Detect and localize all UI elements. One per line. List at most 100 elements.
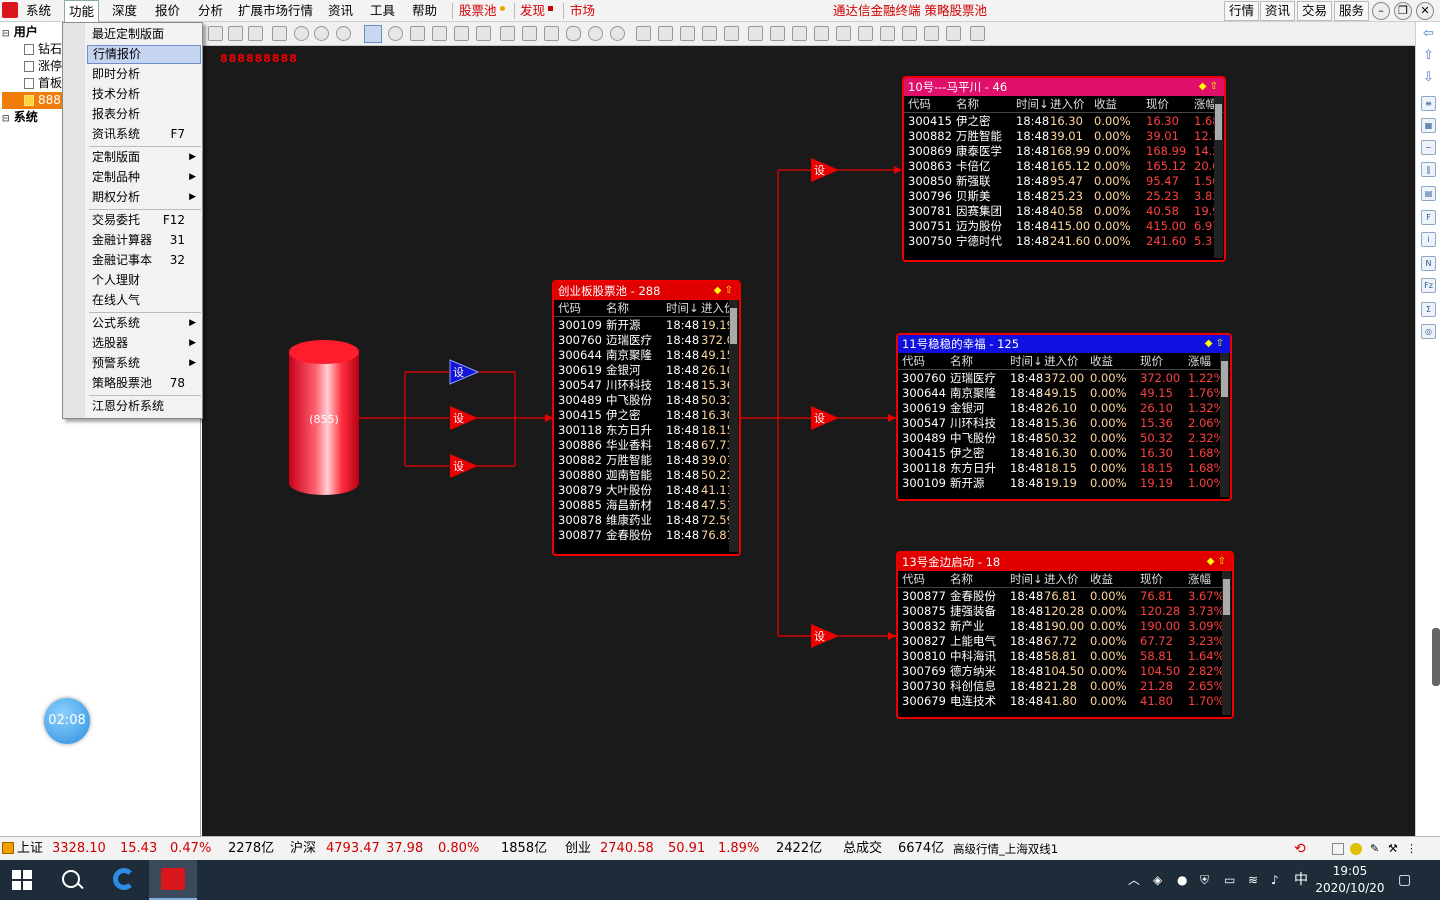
- circle-tool-icon[interactable]: [388, 26, 403, 41]
- hs-index-label[interactable]: 沪深: [290, 837, 316, 861]
- scrollbar[interactable]: [1220, 353, 1229, 497]
- align-center-icon[interactable]: [770, 26, 785, 41]
- table-row[interactable]: 300769 德方纳米 18:48 104.50 0.00% 104.50 2.82%: [898, 664, 1232, 679]
- list-icon[interactable]: ≡: [1421, 96, 1436, 111]
- column-header[interactable]: 涨幅: [1188, 571, 1211, 588]
- side-scroll-handle[interactable]: [1432, 628, 1440, 686]
- restore-icon[interactable]: ❐: [1394, 2, 1412, 20]
- table-row[interactable]: 300760 迈瑞医疗 18:48 372.0: [554, 333, 739, 348]
- stop-icon[interactable]: [336, 26, 351, 41]
- scrollbar-thumb[interactable]: [730, 308, 737, 344]
- column-header[interactable]: 进入价: [1044, 353, 1079, 370]
- column-header[interactable]: 收益: [1090, 571, 1113, 588]
- cy-index-label[interactable]: 创业: [565, 837, 591, 861]
- tab-quotes[interactable]: 行情: [1224, 1, 1260, 21]
- table-row[interactable]: 300415 伊之密 18:48 16.30 0.00% 16.30 1.68: [904, 114, 1224, 129]
- more-icon[interactable]: ⋮: [1406, 837, 1417, 861]
- select-pointer-icon[interactable]: [364, 25, 382, 43]
- windows-start-icon[interactable]: [12, 870, 32, 890]
- pool-panel-10[interactable]: 10号---马平川 - 46 ◆ ⇧ 代码 名称 时间↓ 进入价 收益 现价 涨幅 30041…: [902, 76, 1226, 262]
- menu-item[interactable]: 选股器 ▶: [87, 334, 201, 353]
- menu-item[interactable]: 技术分析: [87, 85, 201, 104]
- tab-service[interactable]: 服务: [1334, 1, 1370, 21]
- table-row[interactable]: 300109 新开源 18:48 19.19 0.00% 19.19 1.00%: [898, 476, 1230, 491]
- table-tool-icon[interactable]: [410, 26, 425, 41]
- minimize-icon[interactable]: –: [1372, 2, 1390, 20]
- edge-browser-icon[interactable]: [100, 860, 148, 900]
- column-header[interactable]: 涨幅: [1188, 353, 1211, 370]
- menu-item[interactable]: 期权分析 ▶: [87, 188, 201, 207]
- table-row[interactable]: 300882 万胜智能 18:48 39.01 0.00% 39.01 12.7: [904, 129, 1224, 144]
- wifi-icon[interactable]: ≋: [1248, 860, 1258, 900]
- menu-system[interactable]: 系统: [22, 0, 55, 22]
- menu-item[interactable]: 行情报价: [87, 45, 201, 64]
- defender-icon[interactable]: ⛨: [1200, 860, 1209, 900]
- tool-icon[interactable]: ⚒: [1388, 837, 1398, 861]
- align-top-icon[interactable]: [814, 26, 829, 41]
- tree-node-diamond[interactable]: 钻石: [24, 41, 62, 58]
- table-row[interactable]: 300730 科创信息 18:48 21.28 0.00% 21.28 2.65%: [898, 679, 1232, 694]
- f10-icon[interactable]: F: [1421, 210, 1436, 225]
- filter-node[interactable]: 设: [810, 157, 840, 183]
- line-tool-icon[interactable]: [522, 26, 537, 41]
- column-header[interactable]: 收益: [1090, 353, 1113, 370]
- table-row[interactable]: 300781 因赛集团 18:48 40.58 0.00% 40.58 19.9: [904, 204, 1224, 219]
- menu-depth[interactable]: 深度: [108, 0, 141, 22]
- volume-icon[interactable]: ♪: [1271, 860, 1279, 900]
- table-row[interactable]: 300118 东方日升 18:48 18.15 0.00% 18.15 1.68%: [898, 461, 1230, 476]
- polygon-tool-icon[interactable]: [610, 26, 625, 41]
- column-header[interactable]: 代码: [908, 96, 931, 113]
- connector-tool-icon[interactable]: [500, 26, 515, 41]
- column-header[interactable]: 名称: [950, 353, 973, 370]
- column-header[interactable]: 时间↓: [1010, 353, 1043, 370]
- tab-news[interactable]: 资讯: [1260, 1, 1296, 21]
- menu-analysis[interactable]: 分析: [194, 0, 227, 22]
- table-row[interactable]: 300882 万胜智能 18:48 39.01: [554, 453, 739, 468]
- align-bottom-icon[interactable]: [858, 26, 873, 41]
- menu-item[interactable]: 公式系统 ▶: [87, 314, 201, 333]
- filter-node-blue[interactable]: 设: [449, 359, 480, 385]
- pool-panel-13[interactable]: 13号金边启动 - 18 ◆ ⇧ 代码 名称 时间↓ 进入价 收益 现价 涨幅 300877 金…: [896, 551, 1234, 719]
- tray-shield-icon[interactable]: ◈: [1153, 860, 1162, 900]
- copy-icon[interactable]: [636, 26, 651, 41]
- menu-tools[interactable]: 工具: [366, 0, 399, 22]
- column-header[interactable]: 现价: [1146, 96, 1169, 113]
- arrow-down-icon[interactable]: ⇩: [1421, 71, 1436, 86]
- group-tool-icon[interactable]: [476, 26, 491, 41]
- menu-item[interactable]: 策略股票池 78: [87, 374, 201, 393]
- network-icon[interactable]: [970, 26, 985, 41]
- table-row[interactable]: 300885 海昌新材 18:48 47.51: [554, 498, 739, 513]
- align-left-icon[interactable]: [748, 26, 763, 41]
- same-width-icon[interactable]: [880, 26, 895, 41]
- candle-chart-icon[interactable]: ‖: [1421, 162, 1436, 177]
- table-row[interactable]: 300886 华业香料 18:48 67.73: [554, 438, 739, 453]
- table-row[interactable]: 300878 维康药业 18:48 72.59: [554, 513, 739, 528]
- column-header[interactable]: 进入价: [1044, 571, 1079, 588]
- table-row[interactable]: 300875 捷强装备 18:48 120.28 0.00% 120.28 3.73%: [898, 604, 1232, 619]
- pool-panel-header[interactable]: 10号---马平川 - 46 ◆ ⇧: [904, 78, 1224, 96]
- filter-node[interactable]: 设: [449, 453, 479, 479]
- table-row[interactable]: 300489 中飞股份 18:48 50.32: [554, 393, 739, 408]
- arrow-up-icon[interactable]: ⇧: [1421, 49, 1436, 64]
- scrollbar[interactable]: [1222, 571, 1231, 715]
- table-row[interactable]: 300644 南京聚隆 18:48 49.15 0.00% 49.15 1.76%: [898, 386, 1230, 401]
- settings-icon[interactable]: ◎: [1421, 324, 1436, 339]
- fz-icon[interactable]: Fz: [1421, 278, 1436, 293]
- table-row[interactable]: 300118 东方日升 18:48 18.15: [554, 423, 739, 438]
- table-row[interactable]: 300547 川环科技 18:48 15.36: [554, 378, 739, 393]
- trash-icon[interactable]: [680, 26, 695, 41]
- align-middle-icon[interactable]: [836, 26, 851, 41]
- tree-node-first-board[interactable]: 首板: [24, 75, 62, 92]
- column-header[interactable]: 时间↓: [1010, 571, 1043, 588]
- table-row[interactable]: 300796 贝斯美 18:48 25.23 0.00% 25.23 3.83: [904, 189, 1224, 204]
- menu-item[interactable]: 最近定制版面: [87, 25, 201, 44]
- panel-pin-icon[interactable]: ◆ ⇧: [1199, 78, 1218, 96]
- arrow-tool-icon[interactable]: [454, 26, 469, 41]
- menu-news[interactable]: 资讯: [324, 0, 357, 22]
- search-icon[interactable]: [62, 870, 84, 890]
- rect-tool-icon[interactable]: [544, 26, 559, 41]
- line-width-icon[interactable]: [724, 26, 739, 41]
- paste-icon[interactable]: [658, 26, 673, 41]
- sh-index-label[interactable]: 上证: [17, 837, 43, 861]
- filter-node[interactable]: 设: [449, 405, 479, 431]
